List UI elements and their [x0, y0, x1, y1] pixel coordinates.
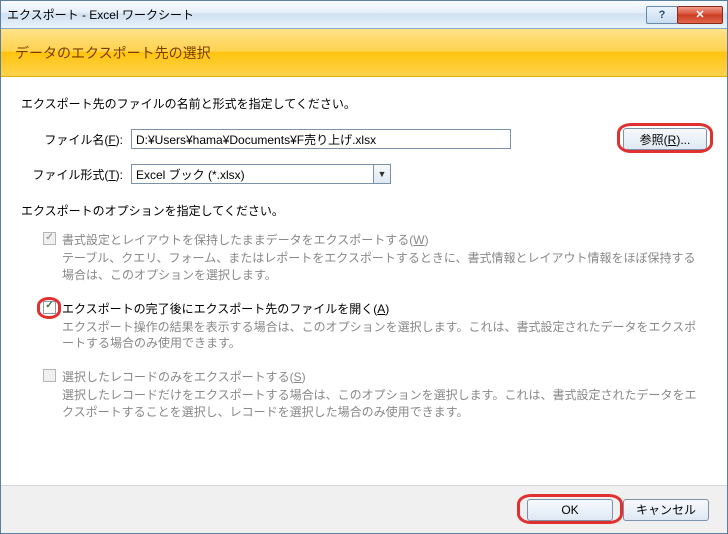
window-controls: ? ✕	[647, 6, 723, 24]
option2-desc: エクスポート操作の結果を表示する場合は、このオプションを選択します。これは、書式…	[62, 319, 707, 353]
browse-button-wrap: 参照(R)...	[623, 128, 707, 150]
content-area: エクスポート先のファイルの名前と形式を指定してください。 ファイル名(F): 参…	[1, 77, 727, 485]
fileformat-select[interactable]: Excel ブック (*.xlsx) ▼	[131, 164, 391, 184]
fileformat-row: ファイル形式(T): Excel ブック (*.xlsx) ▼	[21, 164, 707, 184]
checkbox-selected-records-only	[43, 369, 56, 382]
option2-title: エクスポートの完了後にエクスポート先のファイルを開く(A)	[62, 300, 707, 317]
export-dialog: エクスポート - Excel ワークシート ? ✕ データのエクスポート先の選択…	[0, 0, 728, 534]
filename-input[interactable]	[131, 129, 511, 149]
ok-button-wrap: OK	[527, 499, 613, 521]
browse-button[interactable]: 参照(R)...	[623, 128, 707, 150]
titlebar: エクスポート - Excel ワークシート ? ✕	[1, 1, 727, 29]
help-button[interactable]: ?	[646, 6, 678, 24]
close-button[interactable]: ✕	[677, 6, 723, 24]
window-title: エクスポート - Excel ワークシート	[7, 6, 647, 23]
header-band: データのエクスポート先の選択	[1, 29, 727, 77]
cancel-button[interactable]: キャンセル	[623, 499, 709, 521]
checkbox-preserve-formatting	[43, 232, 56, 245]
fileformat-label: ファイル形式(T):	[21, 166, 131, 183]
option3-title: 選択したレコードのみをエクスポートする(S)	[62, 368, 707, 385]
fileformat-value: Excel ブック (*.xlsx)	[132, 166, 373, 183]
filename-label: ファイル名(F):	[21, 131, 131, 148]
option-open-after-export: エクスポートの完了後にエクスポート先のファイルを開く(A) エクスポート操作の結…	[21, 300, 707, 365]
ok-button[interactable]: OK	[527, 499, 613, 521]
option1-title: 書式設定とレイアウトを保持したままデータをエクスポートする(W)	[62, 231, 707, 248]
instruction-text: エクスポート先のファイルの名前と形式を指定してください。	[21, 95, 707, 112]
option3-desc: 選択したレコードだけをエクスポートする場合は、このオプションを選択します。これは…	[62, 387, 707, 421]
header-title: データのエクスポート先の選択	[15, 43, 211, 63]
filename-row: ファイル名(F): 参照(R)...	[21, 128, 707, 150]
option-preserve-formatting: 書式設定とレイアウトを保持したままデータをエクスポートする(W) テーブル、クエ…	[21, 231, 707, 296]
checkbox-open-after-export[interactable]	[43, 301, 56, 314]
chevron-down-icon: ▼	[373, 165, 390, 183]
option-selected-records-only: 選択したレコードのみをエクスポートする(S) 選択したレコードだけをエクスポート…	[21, 368, 707, 433]
option1-desc: テーブル、クエリ、フォーム、またはレポートをエクスポートするときに、書式情報とレ…	[62, 250, 707, 284]
options-section-label: エクスポートのオプションを指定してください。	[21, 202, 707, 219]
footer: OK キャンセル	[1, 485, 727, 533]
